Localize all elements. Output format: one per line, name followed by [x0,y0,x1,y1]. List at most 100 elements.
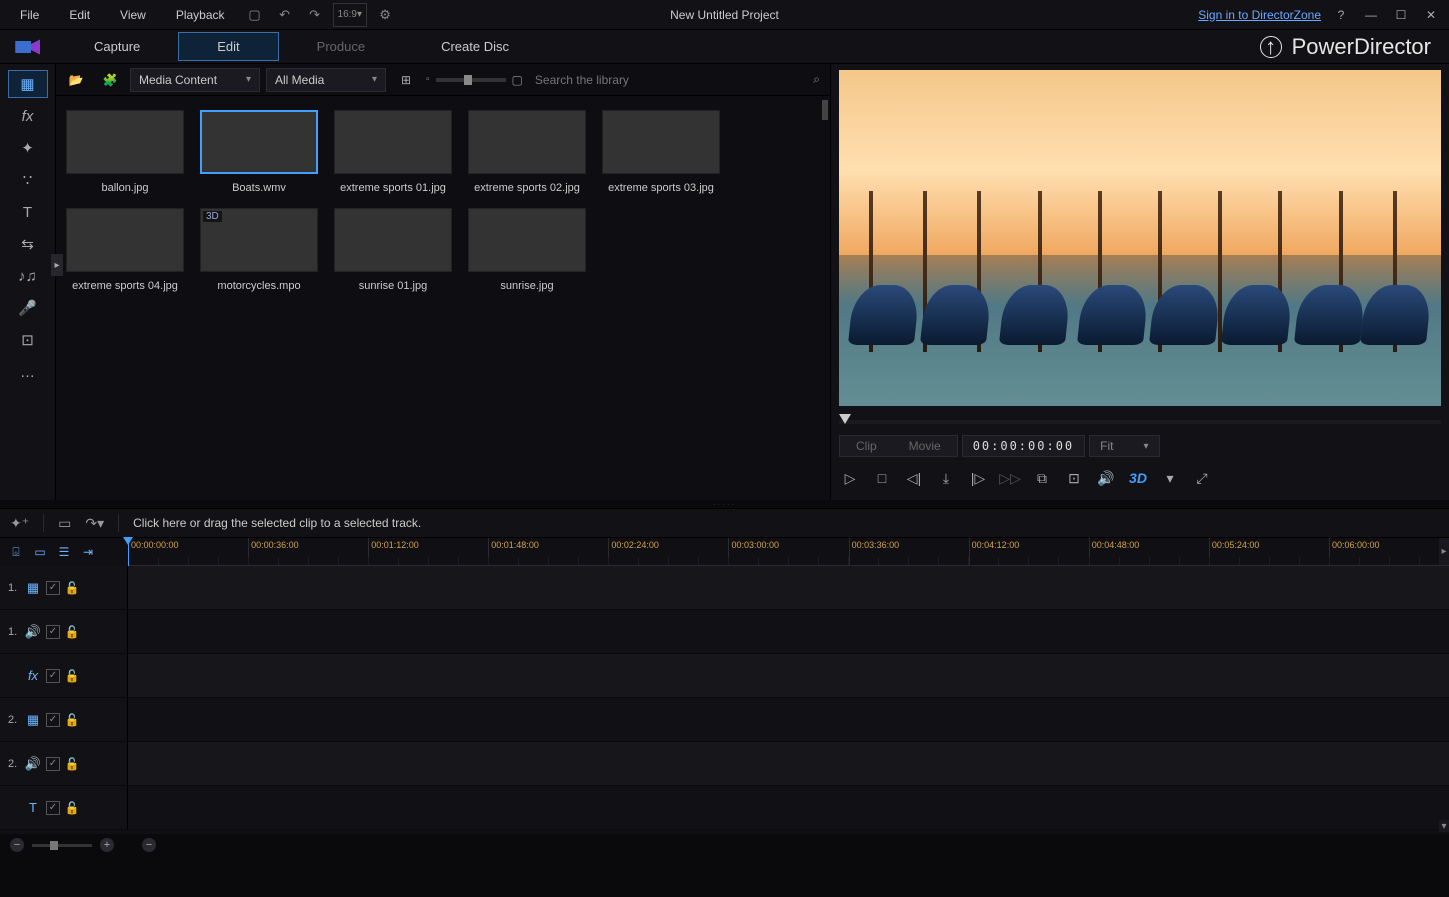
redo-icon[interactable]: ↷ [303,3,327,27]
preview-mode-toggle[interactable]: Clip Movie [839,435,958,457]
tab-produce[interactable]: Produce [279,33,403,60]
track-scroll-down-icon[interactable]: ▾ [1439,820,1449,832]
search-icon[interactable]: ⌕ [809,72,824,87]
fx-room-icon[interactable]: fx [8,102,48,130]
timeline-mode-2-icon[interactable]: ▭ [30,542,50,562]
minimize-icon[interactable]: — [1361,5,1381,25]
timecode-display[interactable]: 00:00:00:00 [962,435,1085,457]
ruler-time-label: 00:06:00:00 [1332,540,1380,550]
thumbnail-zoom-slider[interactable]: ▫ ▢ [426,73,523,87]
scrubber-handle-icon[interactable] [839,414,851,424]
keyframe-icon[interactable]: ▭ [58,515,71,532]
settings-icon[interactable]: ⚙ [373,3,397,27]
next-frame-icon[interactable]: |▷ [967,467,989,489]
subtitle-room-icon[interactable]: … [8,358,48,386]
track-lane[interactable] [128,610,1449,653]
plugins-icon[interactable]: 🧩 [96,68,124,92]
help-icon[interactable]: ? [1331,5,1351,25]
aspect-ratio-dropdown[interactable]: 16:9 ▾ [333,3,368,27]
menu-view[interactable]: View [108,4,158,26]
media-thumb[interactable]: extreme sports 04.jpg [66,208,184,292]
markers-icon[interactable]: ⇥ [78,542,98,562]
menu-file[interactable]: File [8,4,51,26]
preview-zoom-dropdown[interactable]: Fit▾ [1089,435,1159,457]
3d-icon[interactable]: 3D [1127,467,1149,489]
track-lane[interactable] [128,786,1449,829]
media-folder-dropdown[interactable]: Media Content▾ [130,68,260,92]
ruler-scroll-right-icon[interactable]: ▸ [1439,538,1449,565]
vzoom-slider[interactable] [32,844,92,847]
voice-over-room-icon[interactable]: 🎤 [8,294,48,322]
track-lock-icon[interactable]: 🔓 [64,713,80,727]
signin-link[interactable]: Sign in to DirectorZone [1198,8,1321,22]
media-thumb[interactable]: sunrise.jpg [468,208,586,292]
preview-options-icon[interactable]: ▾ [1159,467,1181,489]
track-lane[interactable] [128,742,1449,785]
track-visible-checkbox[interactable]: ✓ [46,581,60,595]
timeline-hint[interactable]: Click here or drag the selected clip to … [133,516,421,530]
clip-mode-tab[interactable]: Clip [840,436,893,456]
preview-scrubber[interactable] [839,412,1441,430]
play-icon[interactable]: ▷ [839,467,861,489]
track-lane[interactable] [128,566,1449,609]
vzoom-in-icon[interactable]: + [100,838,114,852]
media-thumb[interactable]: extreme sports 02.jpg [468,110,586,194]
preview-canvas[interactable] [839,70,1441,406]
undock-preview-icon[interactable]: ⤢ [1191,467,1213,489]
track-visible-checkbox[interactable]: ✓ [46,713,60,727]
audio-mixing-room-icon[interactable]: ♪♫ [8,262,48,290]
step-icon[interactable]: ⤓ [935,467,957,489]
magic-tools-icon[interactable]: ✦⁺ [10,515,29,532]
pip-room-icon[interactable]: ✦ [8,134,48,162]
stop-icon[interactable]: □ [871,467,893,489]
track-lock-icon[interactable]: 🔓 [64,581,80,595]
track-lock-icon[interactable]: 🔓 [64,801,80,815]
transition-room-icon[interactable]: ⇆ [8,230,48,258]
track-lane[interactable] [128,698,1449,741]
timeline-mode-1-icon[interactable]: ⌺ [6,542,26,562]
prev-frame-icon[interactable]: ◁| [903,467,925,489]
close-icon[interactable]: ✕ [1421,5,1441,25]
title-room-icon[interactable]: T [8,198,48,226]
media-room-icon[interactable]: ▦ [8,70,48,98]
hzoom-out-icon[interactable]: − [142,838,156,852]
media-thumb[interactable]: 3D motorcycles.mpo [200,208,318,292]
media-thumb[interactable]: extreme sports 01.jpg [334,110,452,194]
track-visible-checkbox[interactable]: ✓ [46,669,60,683]
library-menu-icon[interactable]: ⊞ [392,68,420,92]
track-lock-icon[interactable]: 🔓 [64,669,80,683]
more-functions-icon[interactable]: ↷▾ [85,515,104,532]
maximize-icon[interactable]: ☐ [1391,5,1411,25]
vzoom-out-icon[interactable]: − [10,838,24,852]
particle-room-icon[interactable]: ∵ [8,166,48,194]
tab-capture[interactable]: Capture [56,33,178,60]
track-manager-icon[interactable]: ☰ [54,542,74,562]
media-thumb[interactable]: extreme sports 03.jpg [602,110,720,194]
menu-edit[interactable]: Edit [57,4,102,26]
undo-icon[interactable]: ↶ [273,3,297,27]
media-thumb[interactable]: Boats.wmv [200,110,318,194]
movie-mode-tab[interactable]: Movie [893,436,957,456]
track-visible-checkbox[interactable]: ✓ [46,757,60,771]
track-visible-checkbox[interactable]: ✓ [46,801,60,815]
media-filter-dropdown[interactable]: All Media▾ [266,68,386,92]
tab-create-disc[interactable]: Create Disc [403,33,547,60]
track-visible-checkbox[interactable]: ✓ [46,625,60,639]
search-input[interactable] [535,73,803,87]
track-lane[interactable] [128,654,1449,697]
media-thumb[interactable]: sunrise 01.jpg [334,208,452,292]
snapshot-icon[interactable]: ⧉ [1031,467,1053,489]
track-lock-icon[interactable]: 🔓 [64,757,80,771]
horizontal-splitter[interactable]: ····· [0,500,1449,508]
media-thumb[interactable]: ballon.jpg [66,110,184,194]
track-lock-icon[interactable]: 🔓 [64,625,80,639]
tab-edit[interactable]: Edit [178,32,278,61]
quality-icon[interactable]: ⊡ [1063,467,1085,489]
menu-playback[interactable]: Playback [164,4,237,26]
import-media-icon[interactable]: 📂 [62,68,90,92]
volume-icon[interactable]: 🔊 [1095,467,1117,489]
library-scrollbar[interactable] [822,100,828,120]
time-ruler[interactable]: 00:00:00:0000:00:36:0000:01:12:0000:01:4… [128,538,1449,566]
chapter-room-icon[interactable]: ⊡ [8,326,48,354]
save-icon[interactable]: ▢ [243,3,267,27]
